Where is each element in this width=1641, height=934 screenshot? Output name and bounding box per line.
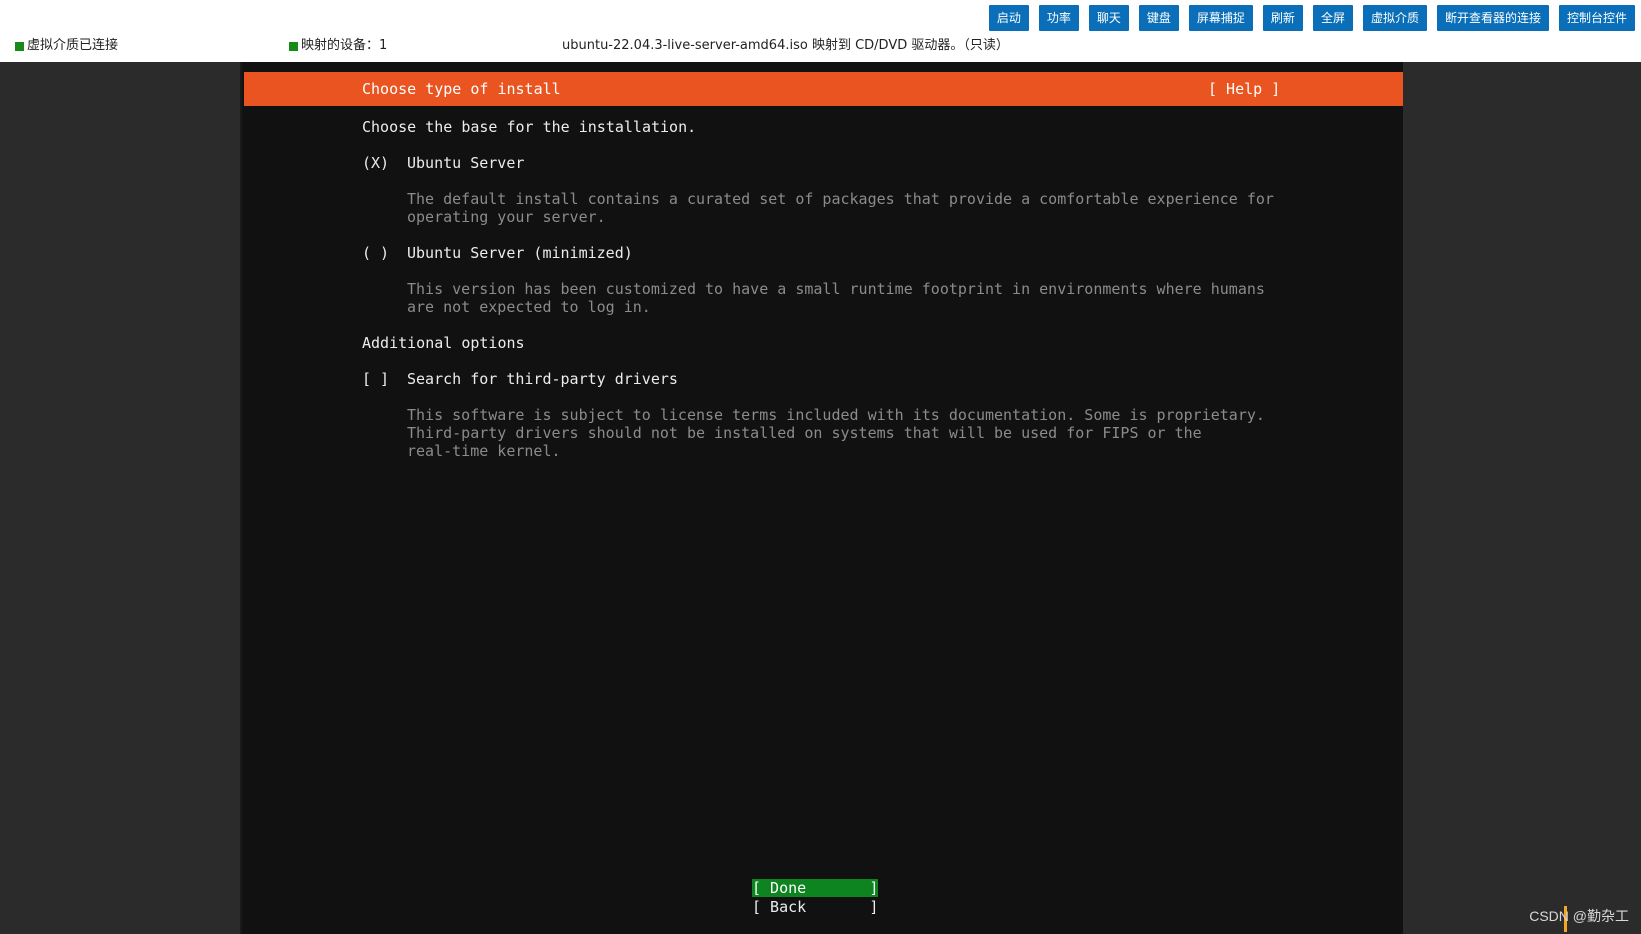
power-on-button[interactable]: 启动 [988, 5, 1029, 31]
media-status-text: 虚拟介质已连接 [27, 38, 119, 53]
install-prompt: Choose the base for the installation. [362, 118, 697, 136]
mapped-devices-text: 映射的设备：1 [301, 38, 388, 53]
option-ubuntu-server-description: The default install contains a curated s… [407, 190, 1274, 208]
virtual-media-button[interactable]: 虚拟介质 [1362, 5, 1427, 31]
radio-ubuntu-server[interactable]: (X) [362, 154, 389, 172]
screen-capture-button[interactable]: 屏幕捕捉 [1188, 5, 1253, 31]
mapped-devices-status: 映射的设备：1 [289, 37, 387, 55]
console-controls-button[interactable]: 控制台控件 [1558, 5, 1635, 31]
third-party-drivers-description: real-time kernel. [407, 442, 561, 460]
power-button[interactable]: 功率 [1038, 5, 1079, 31]
radio-ubuntu-server-minimized[interactable]: ( ) [362, 244, 389, 262]
additional-options-heading: Additional options [362, 334, 525, 352]
option-minimized-description: are not expected to log in. [407, 298, 651, 316]
third-party-drivers-description: Third-party drivers should not be instal… [407, 424, 1202, 442]
media-status: 虚拟介质已连接 [15, 37, 118, 55]
third-party-drivers-checkbox[interactable]: [ ] [362, 370, 389, 388]
remote-console-screen[interactable]: Choose type of install [ Help ] Choose t… [240, 62, 1403, 934]
third-party-drivers-description: This software is subject to license term… [407, 406, 1265, 424]
installer-title-bar: Choose type of install [ Help ] [244, 72, 1403, 106]
kvm-toolbar: 启动 功率 聊天 键盘 屏幕捕捉 刷新 全屏 虚拟介质 断开查看器的连接 控制台… [988, 5, 1635, 31]
csdn-watermark: CSDN @勤杂工 [1529, 908, 1629, 924]
media-connected-indicator-icon [15, 41, 24, 51]
iso-mapping-text: ubuntu-22.04.3-live-server-amd64.iso 映射到… [562, 38, 1009, 53]
fullscreen-button[interactable]: 全屏 [1312, 5, 1353, 31]
kvm-header: 启动 功率 聊天 键盘 屏幕捕捉 刷新 全屏 虚拟介质 断开查看器的连接 控制台… [0, 0, 1641, 62]
refresh-button[interactable]: 刷新 [1262, 5, 1303, 31]
disconnect-viewer-button[interactable]: 断开查看器的连接 [1436, 5, 1549, 31]
option-ubuntu-server-label[interactable]: Ubuntu Server [407, 154, 524, 172]
third-party-drivers-label[interactable]: Search for third-party drivers [407, 370, 678, 388]
back-button[interactable]: [ Back ] [752, 898, 878, 916]
chat-button[interactable]: 聊天 [1088, 5, 1129, 31]
mapped-devices-indicator-icon [289, 41, 298, 51]
iso-mapping-status: ubuntu-22.04.3-live-server-amd64.iso 映射到… [562, 37, 1009, 55]
done-button[interactable]: [ Done ] [752, 879, 878, 897]
keyboard-button[interactable]: 键盘 [1138, 5, 1179, 31]
option-ubuntu-server-minimized-label[interactable]: Ubuntu Server (minimized) [407, 244, 633, 262]
option-minimized-description: This version has been customized to have… [407, 280, 1265, 298]
option-ubuntu-server-description: operating your server. [407, 208, 606, 226]
help-button[interactable]: [ Help ] [1208, 80, 1280, 98]
installer-title: Choose type of install [362, 80, 561, 98]
